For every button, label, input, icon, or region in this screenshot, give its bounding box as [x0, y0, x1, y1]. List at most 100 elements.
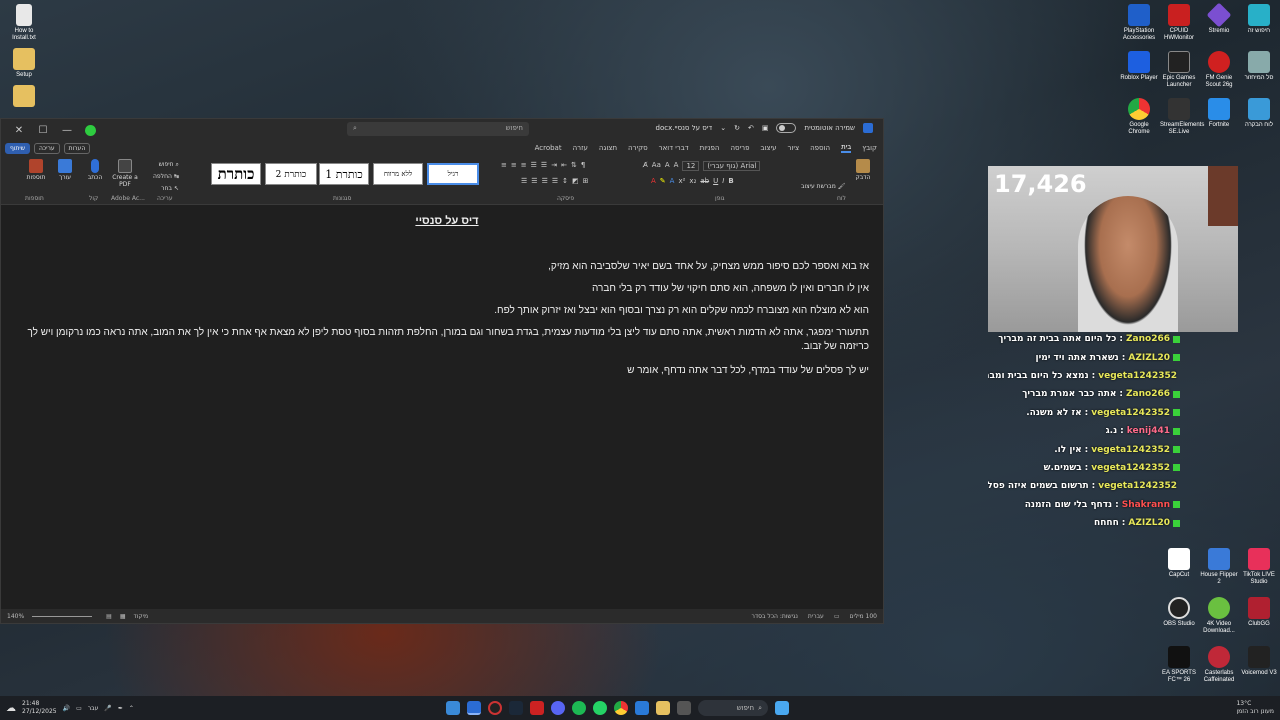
font-color-icon[interactable]: A	[651, 177, 656, 185]
shading-icon[interactable]: ◩	[572, 177, 579, 185]
tab-help[interactable]: עזרה	[573, 144, 588, 152]
font-name-select[interactable]: Arial (גוף עברי)	[703, 161, 761, 171]
customize-icon[interactable]: ⌄	[720, 124, 726, 132]
zoom-slider[interactable]	[32, 615, 93, 617]
maximize-icon[interactable]: ☐	[31, 125, 55, 136]
word-count[interactable]: 100 מילים	[849, 613, 877, 620]
desktop-icon-se-live[interactable]: StreamElements SE.Live	[1160, 98, 1204, 143]
zoom-level[interactable]: 140%	[7, 613, 24, 620]
notepad-icon[interactable]	[446, 701, 460, 715]
grow-font-icon[interactable]: A	[674, 161, 679, 171]
editor-button[interactable]: עורך	[53, 159, 77, 181]
tab-draw[interactable]: ציור	[788, 144, 800, 152]
share-button[interactable]: שיתוף	[5, 143, 31, 154]
desktop-icon-hwmonitor[interactable]: CPUID HWMonitor	[1160, 4, 1198, 49]
minimize-icon[interactable]: —	[55, 125, 79, 136]
autosave-toggle[interactable]	[776, 123, 797, 133]
volume-icon[interactable]: 🔊	[63, 705, 70, 712]
language-indicator[interactable]: עבר	[88, 705, 99, 712]
tab-design[interactable]: עיצוב	[760, 144, 776, 152]
align-right-icon[interactable]: ☰	[542, 177, 548, 185]
web-layout-icon[interactable]: ▦	[120, 613, 126, 620]
desktop-icon-app[interactable]: חיפוש זה	[1240, 4, 1278, 49]
obs-icon[interactable]	[488, 701, 502, 715]
paste-button[interactable]: הדבק	[851, 159, 875, 181]
clock[interactable]: 21:48 27/12/2025	[22, 700, 57, 716]
save-icon[interactable]: ▣	[762, 124, 769, 132]
numbered-list-icon[interactable]: ≡	[511, 161, 517, 169]
style-title[interactable]: כותרת	[211, 163, 261, 185]
style-normal[interactable]: רגיל	[427, 163, 479, 185]
style-heading-1[interactable]: כותרת 1	[319, 163, 369, 185]
store-icon[interactable]	[635, 701, 649, 715]
tab-layout[interactable]: פריסה	[730, 144, 749, 152]
tab-acrobat[interactable]: Acrobat	[535, 144, 562, 152]
weather-widget[interactable]: 13°C מעונן רוב הזמן	[1236, 700, 1274, 716]
change-case-icon[interactable]: Aa	[652, 161, 661, 171]
strikethrough-icon[interactable]: ab	[700, 177, 709, 185]
desktop-icon-playstation[interactable]: PlayStation Accessories	[1120, 4, 1158, 49]
focus-button[interactable]: מיקוד	[134, 613, 149, 620]
desktop-icon-voicemod[interactable]: Voicemod V3	[1240, 646, 1278, 691]
bullet-list-icon[interactable]: ≡	[501, 161, 507, 169]
find-button[interactable]: חיפוש ⌕	[153, 159, 179, 171]
sort-icon[interactable]: ⇅	[571, 161, 577, 169]
desktop-icon-how-to-install[interactable]: How to Install.txt	[4, 4, 44, 42]
close-icon[interactable]: ✕	[7, 125, 31, 136]
discord-icon[interactable]	[551, 701, 565, 715]
bold-icon[interactable]: B	[728, 177, 733, 185]
editing-mode-button[interactable]: עריכה	[34, 143, 60, 154]
steam-icon[interactable]	[509, 701, 523, 715]
desktop-icon-clubgg[interactable]: ClubGG	[1240, 597, 1278, 642]
pen-icon[interactable]: ✒	[118, 705, 123, 712]
desktop-icon-setup[interactable]: Setup	[4, 48, 44, 79]
media-icon[interactable]	[530, 701, 544, 715]
tab-view[interactable]: תצוגה	[599, 144, 617, 152]
spotify-icon[interactable]	[572, 701, 586, 715]
tab-file[interactable]: קובץ	[862, 144, 877, 152]
shrink-font-icon[interactable]: A	[665, 161, 670, 171]
outdent-icon[interactable]: ☰	[531, 161, 537, 169]
style-no-spacing[interactable]: ללא מרווח	[373, 163, 423, 185]
desktop-icon-4k-video[interactable]: 4K Video Download...	[1200, 597, 1238, 642]
desktop-icon-obs[interactable]: OBS Studio	[1160, 597, 1198, 642]
chevron-up-icon[interactable]: ⌃	[129, 705, 134, 712]
desktop-icon-tiktok[interactable]: TikTok LIVE Studio	[1240, 548, 1278, 593]
replace-button[interactable]: החלפה ↹	[153, 171, 179, 183]
desktop-icon-stremio[interactable]: Stremio	[1200, 2, 1238, 49]
desktop-icon-capcut[interactable]: CapCut	[1160, 548, 1198, 593]
desktop-icon-epic[interactable]: Epic Games Launcher	[1160, 51, 1198, 96]
search-input[interactable]: חיפוש ⌕	[347, 122, 529, 136]
comments-button[interactable]: הערות	[63, 143, 91, 154]
desktop-icon-house-flipper[interactable]: House Flipper 2	[1200, 548, 1238, 593]
borders-icon[interactable]: ⊞	[583, 177, 589, 185]
font-size-select[interactable]: 12	[682, 161, 700, 171]
desktop-icon-ea-fc[interactable]: EA SPORTS FC™ 26	[1160, 646, 1198, 691]
document-canvas[interactable]: דיס על סנסיי אז בוא ואספר לכם סיפור ממש …	[1, 207, 883, 609]
proofing-icon[interactable]: ▭	[834, 613, 840, 620]
dictate-button[interactable]: הכתב	[83, 159, 107, 181]
align-left-icon[interactable]: ☰	[521, 177, 527, 185]
select-button[interactable]: בחר ↖	[153, 183, 179, 195]
language-status[interactable]: עברית	[808, 613, 824, 620]
microphone-icon[interactable]: 🎤	[104, 705, 111, 712]
document-title[interactable]: דיס על סנסיי.docx	[656, 124, 713, 132]
redo-icon[interactable]: ↻	[734, 124, 740, 132]
justify-icon[interactable]: ☰	[552, 177, 558, 185]
line-spacing-icon[interactable]: ↕	[562, 177, 568, 185]
desktop-icon-casterlabs[interactable]: Casterlabs Caffeinated	[1200, 646, 1238, 691]
desktop-icon-fortnite[interactable]: Fortnite	[1200, 98, 1238, 143]
chrome-icon[interactable]	[614, 701, 628, 715]
superscript-icon[interactable]: x²	[678, 177, 685, 185]
italic-icon[interactable]: I	[722, 177, 724, 185]
desktop-icon-fm-genie[interactable]: FM Genie Scout 26g	[1200, 51, 1238, 96]
task-view-icon[interactable]	[677, 701, 691, 715]
tab-mailings[interactable]: דברי דואר	[659, 144, 689, 152]
align-center-icon[interactable]: ☰	[531, 177, 537, 185]
underline-icon[interactable]: U	[713, 177, 718, 185]
word-icon[interactable]	[467, 701, 481, 715]
network-icon[interactable]: ▭	[76, 705, 82, 712]
weather-icon[interactable]: ☁	[6, 703, 16, 714]
tab-review[interactable]: סקירה	[628, 144, 648, 152]
multilevel-list-icon[interactable]: ≡	[521, 161, 527, 169]
